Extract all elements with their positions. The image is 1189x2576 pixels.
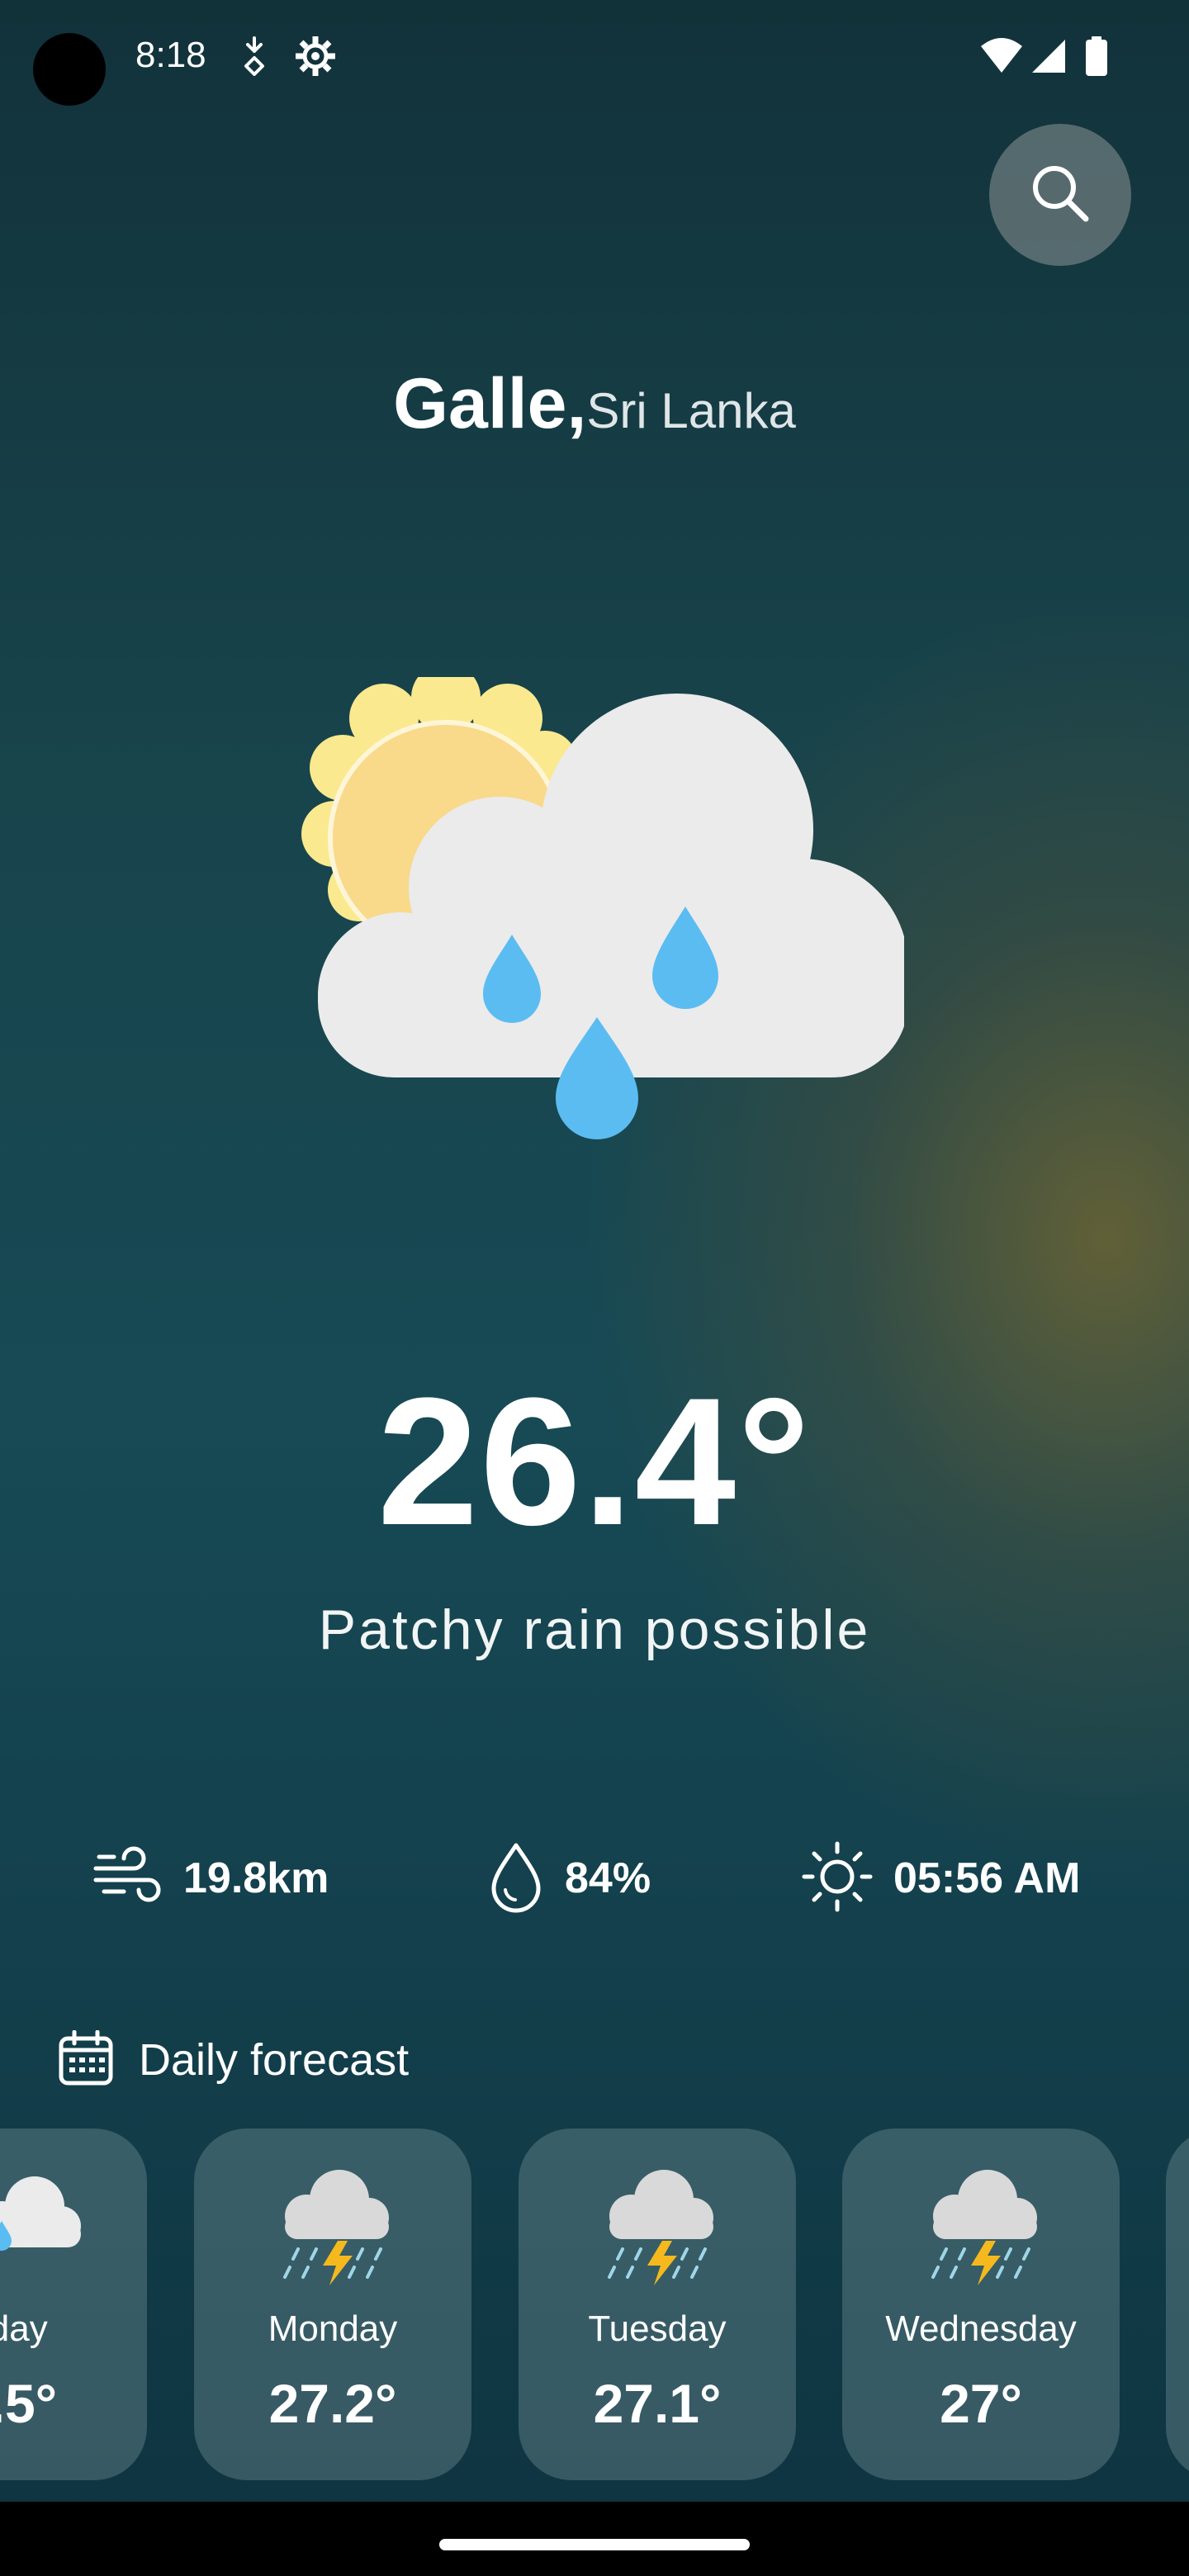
cellular-signal-icon bbox=[1030, 38, 1067, 78]
thunderstorm-icon bbox=[923, 2163, 1047, 2291]
forecast-day-name: Tuesday bbox=[588, 2308, 727, 2349]
forecast-day-name: Monday bbox=[268, 2308, 398, 2349]
forecast-day-name: Wednesday bbox=[885, 2308, 1077, 2349]
navigation-bar bbox=[0, 2502, 1189, 2576]
forecast-card-next[interactable] bbox=[1166, 2129, 1189, 2480]
data-saver-icon bbox=[239, 33, 269, 83]
daily-forecast-list[interactable]: nday 7.5° bbox=[0, 2129, 1189, 2484]
humidity-value: 84% bbox=[565, 1854, 651, 1902]
wind-stat: 19.8km bbox=[91, 1841, 329, 1915]
search-icon bbox=[1028, 161, 1092, 230]
forecast-day-temp: 27.1° bbox=[593, 2373, 722, 2434]
sunrise-value: 05:56 AM bbox=[893, 1854, 1081, 1902]
sun-icon bbox=[801, 1840, 874, 1917]
wind-value: 19.8km bbox=[183, 1854, 329, 1902]
forecast-card-sunday[interactable]: nday 7.5° bbox=[0, 2129, 147, 2480]
wind-icon bbox=[91, 1844, 163, 1914]
status-time: 8:18 bbox=[135, 35, 206, 75]
thunderstorm-icon bbox=[275, 2163, 399, 2291]
status-bar: 8:18 bbox=[0, 0, 1189, 116]
city-name: Galle, bbox=[393, 364, 587, 443]
daily-forecast-title: Daily forecast bbox=[139, 2035, 410, 2085]
camera-cutout bbox=[33, 33, 106, 106]
daily-forecast-header: Daily forecast bbox=[58, 2027, 409, 2093]
forecast-day-temp: 27.2° bbox=[268, 2373, 397, 2434]
sunrise-stat: 05:56 AM bbox=[801, 1841, 1080, 1915]
partly-cloudy-rain-icon bbox=[293, 663, 908, 1177]
forecast-day-temp: 27° bbox=[940, 2373, 1022, 2434]
search-button[interactable] bbox=[989, 124, 1131, 266]
forecast-card-tuesday[interactable]: Tuesday 27.1° bbox=[519, 2129, 796, 2480]
location-title: Galle,Sri Lanka bbox=[0, 363, 1189, 445]
weather-condition: Patchy rain possible bbox=[318, 1598, 871, 1661]
current-temperature: 26.4° bbox=[377, 1360, 812, 1563]
forecast-card-monday[interactable]: Monday 27.2° bbox=[194, 2129, 471, 2480]
rain-cloud-icon bbox=[0, 2171, 92, 2266]
settings-gear-icon bbox=[292, 33, 339, 83]
humidity-stat: 84% bbox=[487, 1841, 651, 1915]
droplet-icon bbox=[487, 1840, 545, 1917]
battery-icon bbox=[1085, 36, 1108, 80]
weather-screen: 8:18 Galle,Sri Lanka 26.4° Patchy rain p… bbox=[0, 0, 1189, 2576]
forecast-day-name: nday bbox=[0, 2308, 48, 2349]
wifi-icon bbox=[979, 36, 1024, 78]
home-indicator[interactable] bbox=[439, 2539, 750, 2550]
forecast-card-wednesday[interactable]: Wednesday 27° bbox=[842, 2129, 1120, 2480]
thunderstorm-icon bbox=[599, 2163, 723, 2291]
forecast-day-temp: 7.5° bbox=[0, 2373, 58, 2434]
country-name: Sri Lanka bbox=[586, 383, 796, 438]
calendar-icon bbox=[58, 2029, 114, 2091]
